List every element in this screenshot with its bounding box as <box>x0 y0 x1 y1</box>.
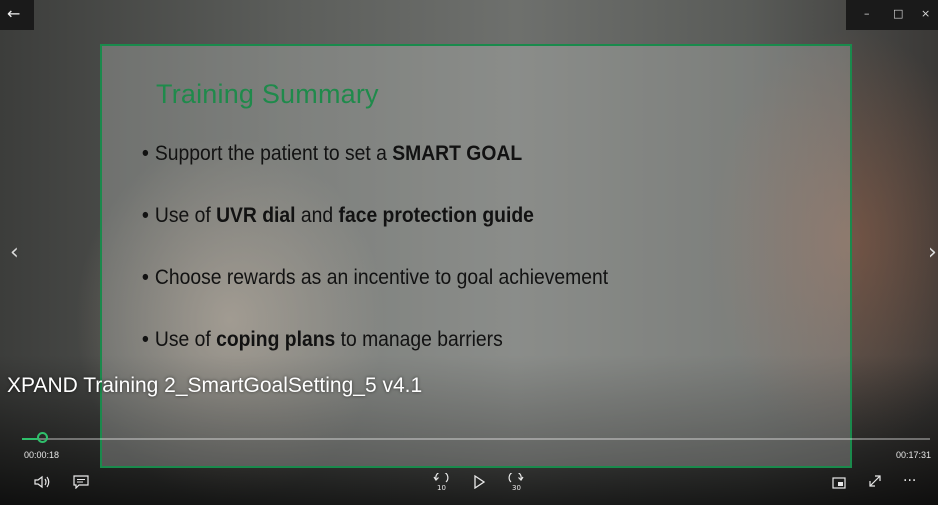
arrow-left-icon: ← <box>7 4 21 23</box>
volume-icon-svg <box>34 475 50 489</box>
progress-track[interactable] <box>33 438 930 440</box>
video-player[interactable]: Training Summary • Support the patient to… <box>0 0 938 505</box>
progress-thumb[interactable] <box>37 432 48 443</box>
bullet-emphasis: coping plans <box>216 328 336 351</box>
bullet-item: • Choose rewards as an incentive to goal … <box>142 266 608 328</box>
maximize-button[interactable]: □ <box>893 7 903 20</box>
bullet-emphasis: face protection guide <box>338 204 534 227</box>
video-title: XPAND Training 2_SmartGoalSetting_5 v4.1 <box>7 374 423 397</box>
play-icon[interactable] <box>473 474 486 492</box>
chevron-right-icon[interactable]: › <box>928 240 937 265</box>
bullet-emphasis: SMART GOAL <box>392 142 523 165</box>
bullet-text: Choose rewards as an incentive to goal a… <box>154 266 609 289</box>
volume-icon[interactable] <box>34 475 52 492</box>
minimize-button[interactable]: – <box>864 7 870 20</box>
mini-view-svg <box>832 477 846 489</box>
bullet-emphasis: UVR dial <box>216 204 296 227</box>
bullet-text: Use of <box>154 204 217 227</box>
bullet-list: • Support the patient to set a SMART GOAL… <box>142 142 649 390</box>
captions-icon-svg <box>73 475 89 490</box>
elapsed-time: 00:00:18 <box>24 450 60 460</box>
bullet-text: Support the patient to set a <box>154 142 393 165</box>
bullet-item: • Support the patient to set a SMART GOAL <box>142 142 608 204</box>
close-button[interactable]: × <box>921 7 930 20</box>
chevron-left-icon[interactable]: ‹ <box>10 240 19 265</box>
slide-panel: Training Summary • Support the patient to… <box>100 44 852 468</box>
progress-fill <box>22 438 37 440</box>
bullet-dot: • <box>142 328 149 351</box>
fullscreen-icon[interactable] <box>868 474 882 491</box>
play-triangle <box>474 474 486 490</box>
bullet-text: and <box>295 204 339 227</box>
fullscreen-svg <box>869 475 881 487</box>
total-time: 00:17:31 <box>895 450 931 460</box>
mini-view-icon[interactable] <box>832 476 846 492</box>
skip-forward-label: 30 <box>512 484 521 492</box>
bullet-item: • Use of UVR dial and face protection gui… <box>142 204 608 266</box>
bullet-text: to manage barriers <box>335 328 503 351</box>
bullet-dot: • <box>142 266 149 289</box>
captions-icon[interactable] <box>73 475 89 492</box>
bullet-text: Use of <box>154 328 217 351</box>
skip-back-label: 10 <box>437 484 446 492</box>
slide-title: Training Summary <box>156 79 379 109</box>
bullet-dot: • <box>142 142 149 165</box>
back-button[interactable]: ← <box>0 0 34 30</box>
window-controls: – □ × <box>846 0 938 30</box>
more-options-icon[interactable]: ··· <box>903 474 916 488</box>
bullet-dot: • <box>142 204 149 227</box>
